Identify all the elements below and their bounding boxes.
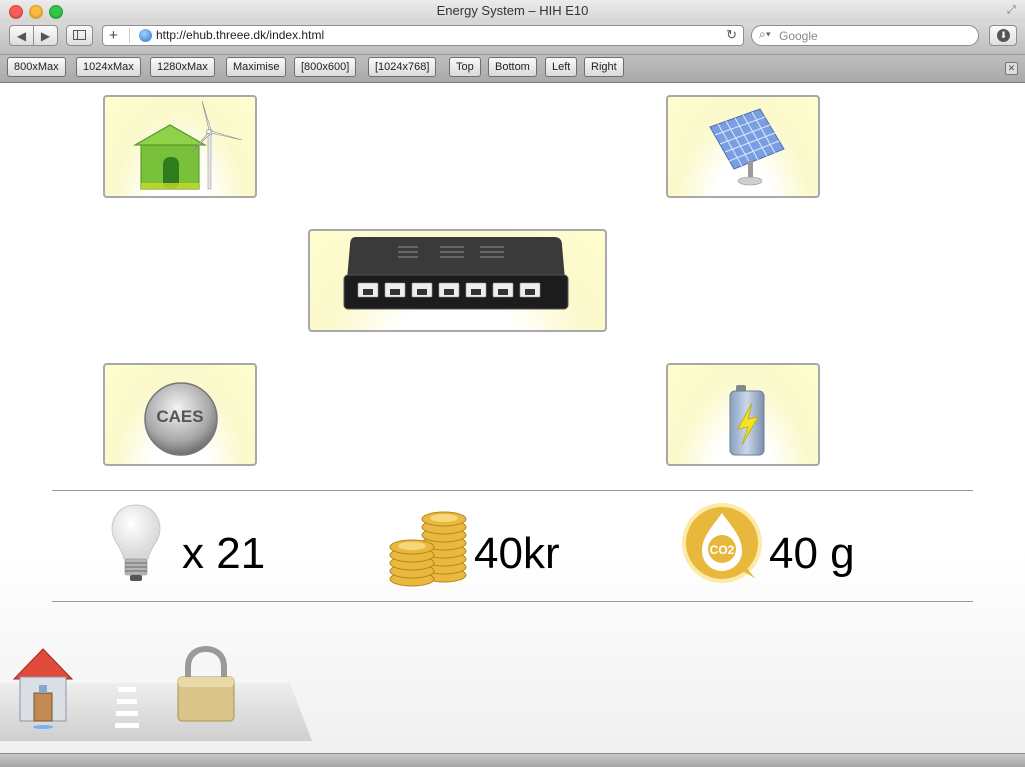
- browser-toolbar: ◀ ▶ + http://ehub.threee.dk/index.html ↻…: [0, 22, 1025, 55]
- battery-icon: [729, 385, 765, 456]
- address-divider: [129, 28, 130, 43]
- forward-arrow-icon: ▶: [40, 29, 51, 43]
- bookmark-left[interactable]: Left: [545, 57, 578, 77]
- download-icon: ⬇: [997, 29, 1010, 42]
- house-wind-turbine-icon: [133, 100, 243, 190]
- home-icon[interactable]: [10, 645, 76, 733]
- hub-tile[interactable]: [308, 229, 607, 332]
- bookmarks-bar: 800xMax 1024xMax 1280xMax Maximise [800x…: [0, 55, 1025, 83]
- search-field[interactable]: ⌕▾ Google: [751, 25, 979, 46]
- bulb-count: x 21: [182, 529, 266, 578]
- network-switch-icon: [343, 237, 569, 310]
- back-arrow-icon: ◀: [16, 29, 27, 43]
- address-bar[interactable]: + http://ehub.threee.dk/index.html ↻: [102, 25, 744, 46]
- stats-divider-bottom: [52, 601, 973, 602]
- reload-icon[interactable]: ↻: [726, 27, 737, 43]
- bookmark-1024xmax[interactable]: 1024xMax: [76, 57, 141, 77]
- window-title: Energy System – HIH E10: [436, 3, 589, 18]
- caes-label: CAES: [156, 407, 204, 426]
- back-button[interactable]: ◀: [9, 25, 34, 46]
- caes-tile[interactable]: CAES: [103, 363, 257, 466]
- co2-amount: 40 g: [769, 529, 855, 578]
- light-bulb-icon: [111, 504, 161, 581]
- sidebar-icon: [73, 30, 86, 40]
- bookmark-top[interactable]: Top: [449, 57, 481, 77]
- home-wind-tile[interactable]: [103, 95, 257, 198]
- fullscreen-arrows-icon[interactable]: ⤢: [1007, 4, 1019, 16]
- money-amount: 40kr: [474, 529, 560, 578]
- sidebar-button[interactable]: [66, 25, 93, 46]
- bookmark-800xmax[interactable]: 800xMax: [7, 57, 66, 77]
- bookmark-bottom[interactable]: Bottom: [488, 57, 537, 77]
- search-icon: ⌕▾: [759, 27, 771, 41]
- bookmark-1024x768[interactable]: [1024x768]: [368, 57, 437, 77]
- bookmark-right[interactable]: Right: [584, 57, 624, 77]
- battery-tile[interactable]: [666, 363, 820, 466]
- bookmark-800x600[interactable]: [800x600]: [294, 57, 357, 77]
- co2-drop-icon: CO2: [682, 503, 762, 583]
- page-content: CAES x 21 40kr CO2 40 g: [0, 83, 1025, 753]
- coins-icon: [389, 511, 467, 587]
- co2-badge-text: CO2: [710, 543, 735, 557]
- stats-divider-top: [52, 490, 973, 491]
- solar-panel-icon: [709, 108, 785, 186]
- bookmark-1280xmax[interactable]: 1280xMax: [150, 57, 215, 77]
- plus-icon[interactable]: +: [109, 26, 118, 45]
- status-bar: [0, 753, 1025, 767]
- bookmark-maximise[interactable]: Maximise: [226, 57, 287, 77]
- downloads-button[interactable]: ⬇: [989, 25, 1017, 46]
- globe-icon: [139, 29, 152, 42]
- search-placeholder: Google: [779, 29, 818, 43]
- close-bookmarks-icon[interactable]: ✕: [1005, 62, 1018, 75]
- url-text[interactable]: http://ehub.threee.dk/index.html: [156, 28, 324, 42]
- title-bar: Energy System – HIH E10 ⤢: [0, 0, 1025, 22]
- forward-button[interactable]: ▶: [33, 25, 58, 46]
- padlock-icon[interactable]: [174, 645, 238, 725]
- solar-tile[interactable]: [666, 95, 820, 198]
